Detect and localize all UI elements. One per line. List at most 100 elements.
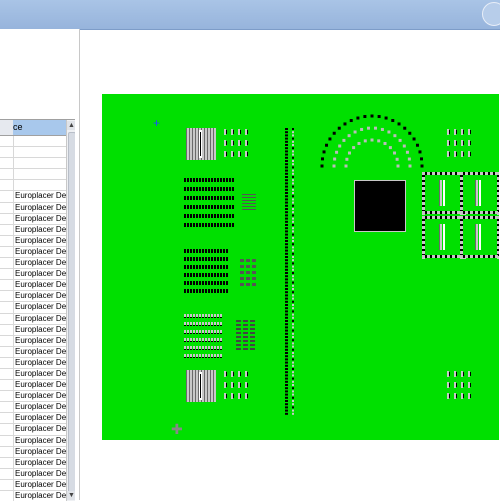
ic-pin-pad	[187, 322, 189, 325]
row-index-cell[interactable]	[0, 224, 14, 235]
row-placer-cell[interactable]: Europlacer De	[15, 424, 66, 434]
table-row[interactable]: Europlacer De	[0, 191, 66, 203]
row-index-cell[interactable]	[0, 424, 14, 435]
row-placer-cell[interactable]: Europlacer De	[15, 203, 66, 213]
table-row[interactable]: Europlacer De	[0, 380, 66, 392]
row-index-cell[interactable]	[0, 202, 14, 213]
row-index-cell[interactable]	[0, 302, 14, 313]
row-index-cell[interactable]	[0, 357, 14, 368]
scroll-thumb[interactable]	[68, 132, 75, 494]
row-index-cell[interactable]	[0, 169, 14, 180]
row-index-cell[interactable]	[0, 446, 14, 457]
row-index-cell[interactable]	[0, 235, 14, 246]
table-row[interactable]: Europlacer De	[0, 391, 66, 403]
row-index-cell[interactable]	[0, 291, 14, 302]
row-placer-cell[interactable]: Europlacer De	[15, 280, 66, 290]
row-placer-cell[interactable]: Europlacer De	[15, 225, 66, 235]
row-index-cell[interactable]	[0, 413, 14, 424]
row-index-cell[interactable]	[0, 402, 14, 413]
table-row[interactable]: Europlacer De	[0, 479, 66, 491]
row-placer-cell[interactable]: Europlacer De	[15, 236, 66, 246]
row-index-cell[interactable]	[0, 147, 14, 158]
row-placer-cell[interactable]: Europlacer De	[15, 358, 66, 368]
row-placer-cell[interactable]: Europlacer De	[15, 413, 66, 423]
row-placer-cell[interactable]: Europlacer De	[15, 302, 66, 312]
row-index-cell[interactable]	[0, 258, 14, 269]
row-index-cell[interactable]	[0, 136, 14, 147]
table-row[interactable]: Europlacer De	[0, 468, 66, 480]
row-placer-cell[interactable]: Europlacer De	[15, 447, 66, 457]
row-index-cell[interactable]	[0, 479, 14, 490]
table-row[interactable]: Europlacer De	[0, 446, 66, 458]
table-row[interactable]: Europlacer De	[0, 291, 66, 303]
row-placer-cell[interactable]: Europlacer De	[15, 325, 66, 335]
row-placer-cell[interactable]: Europlacer De	[15, 191, 66, 201]
table-row[interactable]: Europlacer De	[0, 224, 66, 236]
table-row[interactable]: Europlacer De	[0, 346, 66, 358]
table-row[interactable]: Europlacer De	[0, 435, 66, 447]
scroll-up-icon[interactable]: ▲	[67, 121, 75, 130]
row-index-cell[interactable]	[0, 346, 14, 357]
row-index-cell[interactable]	[0, 335, 14, 346]
table-row[interactable]: Europlacer De	[0, 324, 66, 336]
table-row[interactable]	[0, 169, 66, 181]
table-row[interactable]: Europlacer De	[0, 213, 66, 225]
table-row[interactable]: Europlacer De	[0, 269, 66, 281]
table-row[interactable]: Europlacer De	[0, 313, 66, 325]
row-placer-cell[interactable]: Europlacer De	[15, 458, 66, 468]
table-row[interactable]: Europlacer De	[0, 202, 66, 214]
row-index-cell[interactable]	[0, 180, 14, 191]
row-index-cell[interactable]	[0, 324, 14, 335]
row-index-cell[interactable]	[0, 213, 14, 224]
table-row[interactable]	[0, 158, 66, 170]
row-placer-cell[interactable]: Europlacer De	[15, 291, 66, 301]
row-placer-cell[interactable]: Europlacer De	[15, 391, 66, 401]
row-placer-cell[interactable]: Europlacer De	[15, 369, 66, 379]
table-row[interactable]: Europlacer De	[0, 413, 66, 425]
table-row[interactable]	[0, 147, 66, 159]
grid-header-col1[interactable]	[0, 120, 14, 135]
table-row[interactable]: Europlacer De	[0, 368, 66, 381]
table-row[interactable]: Europlacer De	[0, 302, 66, 314]
row-index-cell[interactable]	[0, 246, 14, 258]
row-placer-cell[interactable]: Europlacer De	[15, 402, 66, 412]
row-index-cell[interactable]	[0, 368, 14, 380]
table-row[interactable]: Europlacer De	[0, 357, 66, 369]
row-index-cell[interactable]	[0, 313, 14, 324]
table-row[interactable]: Europlacer De	[0, 424, 66, 436]
grid-header-col2[interactable]: ce	[13, 120, 66, 135]
row-placer-cell[interactable]: Europlacer De	[15, 214, 66, 224]
scroll-down-icon[interactable]: ▼	[67, 491, 75, 500]
table-row[interactable]	[0, 180, 66, 192]
row-index-cell[interactable]	[0, 380, 14, 391]
row-index-cell[interactable]	[0, 391, 14, 402]
row-index-cell[interactable]	[0, 468, 14, 479]
window-control-button[interactable]	[482, 2, 500, 26]
row-index-cell[interactable]	[0, 280, 14, 291]
row-index-cell[interactable]	[0, 457, 14, 468]
row-placer-cell[interactable]: Europlacer De	[15, 247, 66, 257]
row-index-cell[interactable]	[0, 435, 14, 446]
table-row[interactable]: Europlacer De	[0, 280, 66, 292]
table-row[interactable]: Europlacer De	[0, 335, 66, 347]
table-row[interactable]: Europlacer De	[0, 258, 66, 270]
table-row[interactable]: Europlacer De	[0, 457, 66, 469]
row-placer-cell[interactable]: Europlacer De	[15, 436, 66, 446]
table-row[interactable]: Europlacer De	[0, 402, 66, 414]
row-placer-cell[interactable]: Europlacer De	[15, 314, 66, 324]
row-placer-cell[interactable]: Europlacer De	[15, 336, 66, 346]
row-placer-cell[interactable]: Europlacer De	[15, 347, 66, 357]
row-placer-cell[interactable]: Europlacer De	[15, 258, 66, 268]
pcb-board-view[interactable]: + ✚	[102, 94, 499, 440]
table-row[interactable]: Europlacer De	[0, 246, 66, 259]
row-index-cell[interactable]	[0, 158, 14, 169]
table-row[interactable]: Europlacer De	[0, 235, 66, 247]
row-placer-cell[interactable]: Europlacer De	[15, 469, 66, 479]
row-placer-cell[interactable]: Europlacer De	[15, 380, 66, 390]
table-row[interactable]	[0, 136, 66, 148]
vertical-scrollbar[interactable]: ▲ ▼	[66, 120, 75, 501]
row-placer-cell[interactable]: Europlacer De	[15, 480, 66, 490]
row-placer-cell[interactable]: Europlacer De	[15, 269, 66, 279]
row-index-cell[interactable]	[0, 191, 14, 202]
row-index-cell[interactable]	[0, 269, 14, 280]
